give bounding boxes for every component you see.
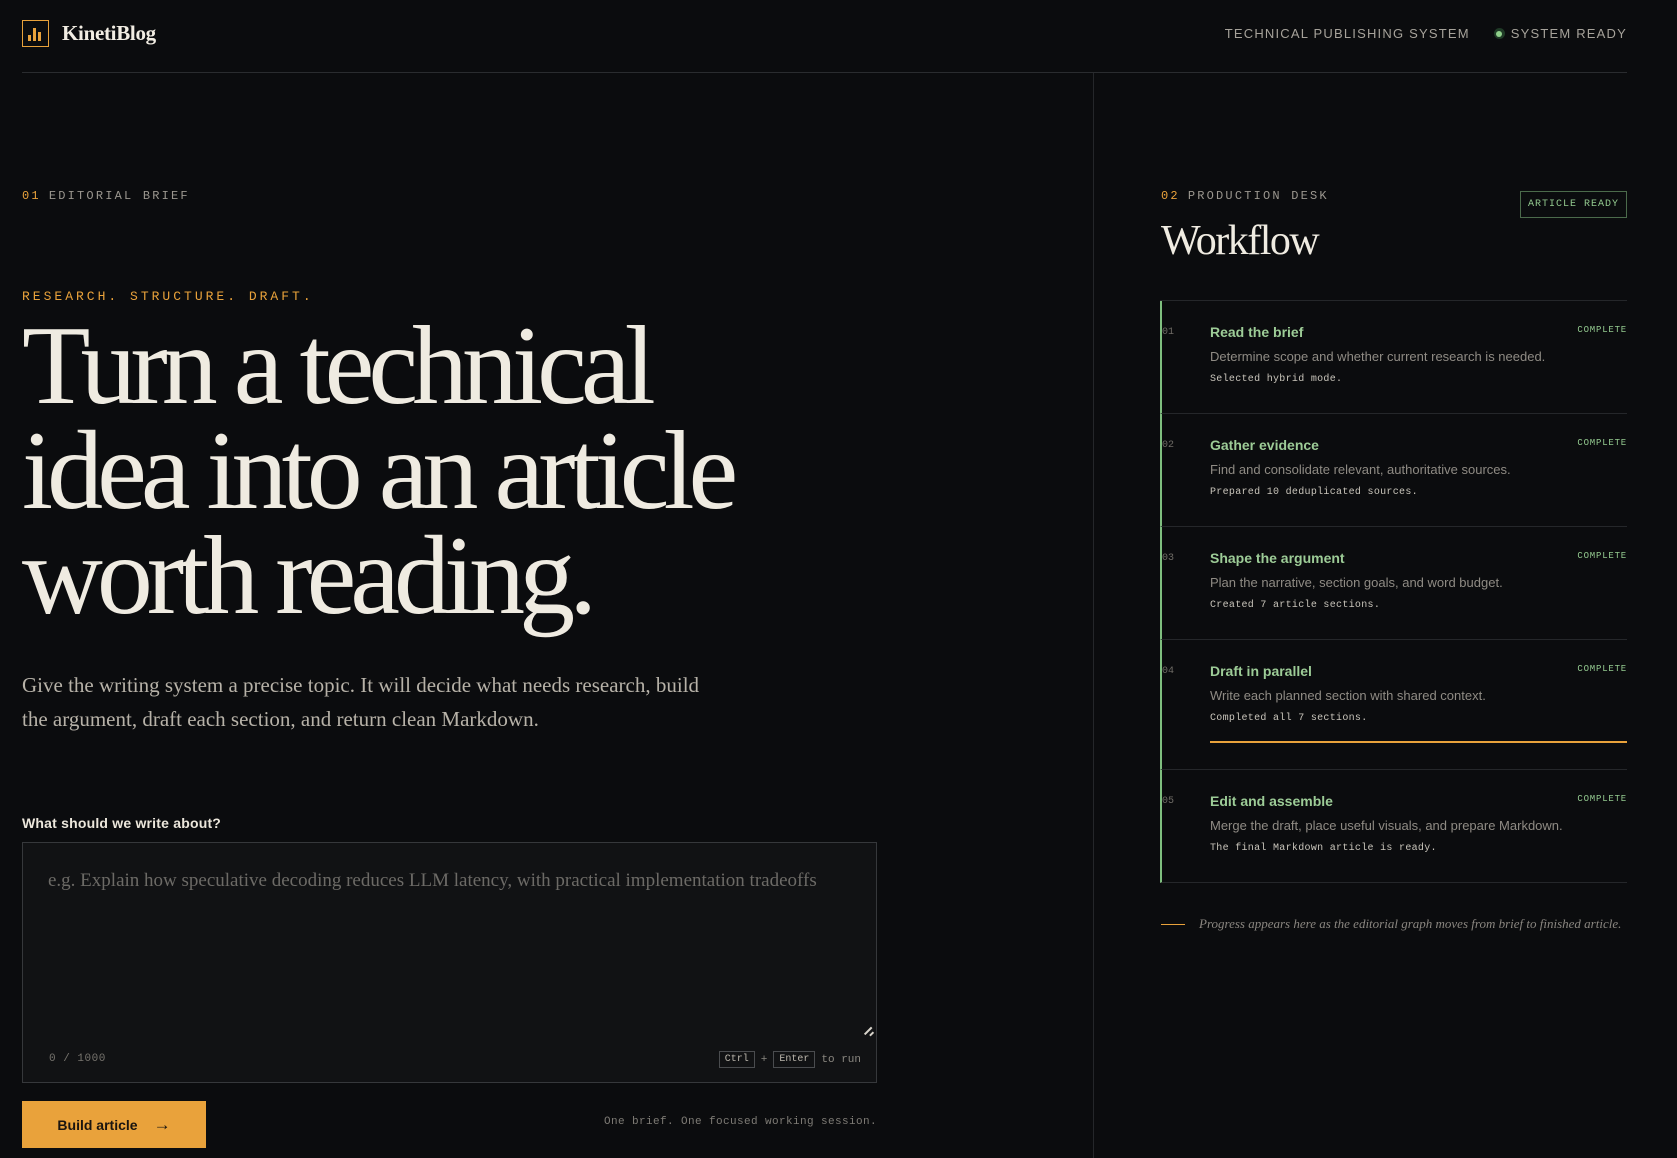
step-title: Read the brief (1210, 324, 1304, 340)
build-article-button[interactable]: Build article → (22, 1101, 206, 1148)
topic-editor: 0 / 1000 Ctrl + Enter to run (22, 842, 877, 1083)
step-description: Merge the draft, place useful visuals, a… (1210, 818, 1563, 833)
step-title: Gather evidence (1210, 437, 1319, 453)
step-index: 02 (1162, 440, 1175, 451)
shortcut-hint: Ctrl + Enter to run (718, 1051, 861, 1068)
step-description: Plan the narrative, section goals, and w… (1210, 575, 1503, 590)
status-badge: ARTICLE READY (1520, 191, 1627, 218)
step-note: Selected hybrid mode. (1210, 374, 1343, 385)
step-description: Write each planned section with shared c… (1210, 688, 1486, 703)
step-state: COMPLETE (1577, 325, 1627, 335)
step-index: 04 (1162, 666, 1175, 677)
progress-note-text: Progress appears here as the editorial g… (1199, 916, 1622, 931)
topic-field-label: What should we write about? (22, 815, 222, 831)
step-title: Edit and assemble (1210, 793, 1333, 809)
workflow-step: 05 Edit and assemble Merge the draft, pl… (1160, 770, 1627, 883)
workflow-step: 04 Draft in parallel Write each planned … (1160, 640, 1627, 770)
section-number: 01 (22, 189, 41, 203)
kbd-enter: Enter (773, 1051, 816, 1068)
column-divider (1093, 73, 1094, 1158)
brand[interactable]: KinetiBlog (22, 20, 156, 47)
resize-handle-icon[interactable] (864, 1025, 874, 1035)
headline-line: worth reading. (22, 514, 597, 638)
system-label: TECHNICAL PUBLISHING SYSTEM (1224, 26, 1470, 41)
section-label-desk: 02 PRODUCTION DESK (1161, 189, 1329, 203)
step-state: COMPLETE (1577, 438, 1627, 448)
step-state: COMPLETE (1577, 551, 1627, 561)
step-progress-bar (1210, 741, 1627, 743)
lede: Give the writing system a precise topic.… (22, 673, 700, 731)
step-state: COMPLETE (1577, 794, 1627, 804)
workflow-step: 01 Read the brief Determine scope and wh… (1160, 301, 1627, 414)
section-number: 02 (1161, 189, 1180, 203)
step-description: Determine scope and whether current rese… (1210, 349, 1546, 364)
step-note: Prepared 10 deduplicated sources. (1210, 487, 1418, 498)
workflow-steps: 01 Read the brief Determine scope and wh… (1160, 300, 1627, 883)
status-dot-icon (1493, 28, 1505, 39)
step-index: 01 (1162, 327, 1175, 338)
kbd-ctrl: Ctrl (718, 1051, 755, 1068)
brand-name: KinetiBlog (62, 21, 156, 45)
step-state: COMPLETE (1577, 664, 1627, 674)
step-title: Shape the argument (1210, 550, 1345, 566)
workflow-step: 02 Gather evidence Find and consolidate … (1160, 414, 1627, 527)
kbd-plus: + (760, 1053, 768, 1066)
step-note: The final Markdown article is ready. (1210, 843, 1437, 854)
step-note: Created 7 article sections. (1210, 600, 1381, 611)
arrow-right-icon: → (153, 1114, 171, 1134)
top-bar: KinetiBlog TECHNICAL PUBLISHING SYSTEM S… (22, 0, 1627, 73)
footnote: One brief. One focused working session. (603, 1116, 877, 1128)
system-status: SYSTEM READY (1493, 26, 1627, 41)
header-meta: TECHNICAL PUBLISHING SYSTEM SYSTEM READY (1225, 26, 1627, 41)
workflow-step: 03 Shape the argument Plan the narrative… (1160, 527, 1627, 640)
step-title: Draft in parallel (1210, 663, 1312, 679)
topic-input[interactable] (23, 843, 876, 1043)
build-article-label: Build article (57, 1116, 138, 1133)
section-title: PRODUCTION DESK (1187, 189, 1329, 203)
hint-suffix: to run (821, 1053, 861, 1066)
bar-chart-icon (22, 20, 49, 47)
status-text: SYSTEM READY (1510, 26, 1627, 41)
headline-line: idea into an article (22, 409, 738, 533)
kicker: RESEARCH. STRUCTURE. DRAFT. (22, 289, 314, 304)
step-note: Completed all 7 sections. (1210, 713, 1368, 724)
workflow-title: Workflow (1161, 218, 1320, 264)
section-label-brief: 01 EDITORIAL BRIEF (22, 189, 190, 203)
section-title: EDITORIAL BRIEF (48, 189, 190, 203)
step-index: 05 (1162, 796, 1175, 807)
step-index: 03 (1162, 553, 1175, 564)
dash-divider (1161, 923, 1185, 925)
headline: Turn a technical idea into an article wo… (22, 304, 922, 638)
char-counter: 0 / 1000 (49, 1053, 106, 1065)
progress-note: Progress appears here as the editorial g… (1161, 916, 1621, 932)
headline-line: Turn a technical (22, 304, 656, 428)
step-description: Find and consolidate relevant, authorita… (1210, 462, 1511, 477)
